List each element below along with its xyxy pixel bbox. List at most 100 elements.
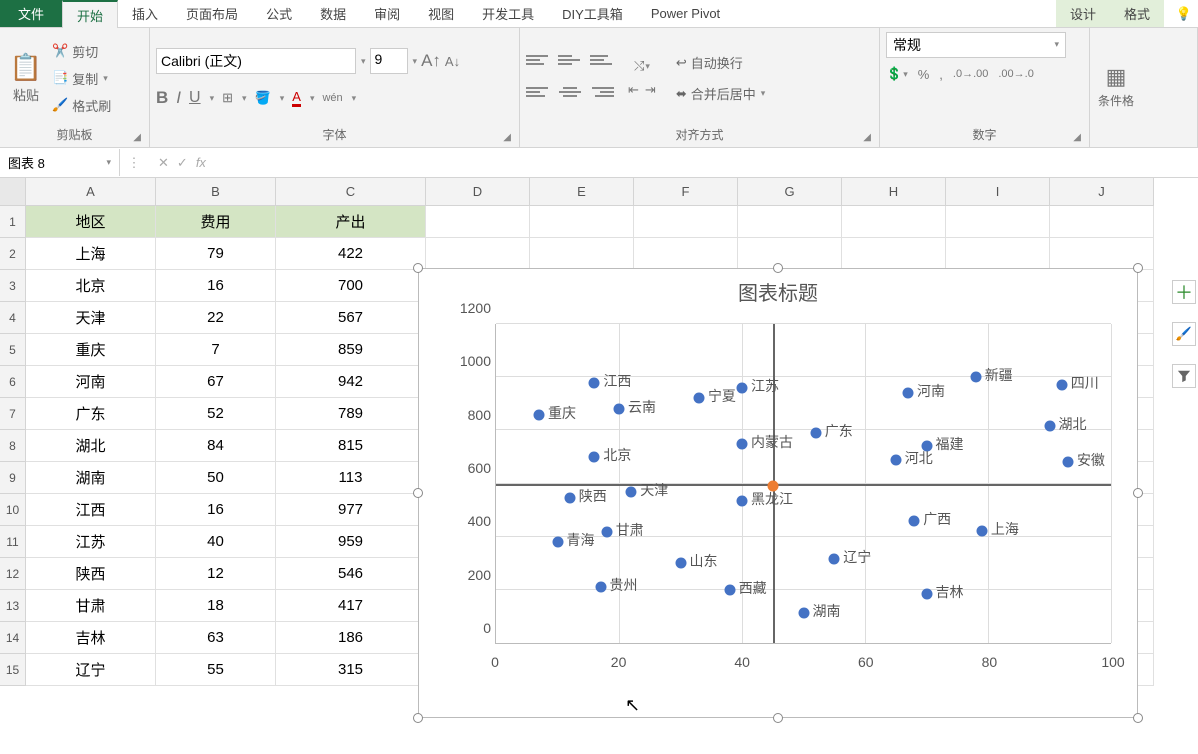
row-header[interactable]: 6 [0, 366, 26, 398]
cell[interactable]: 湖南 [26, 462, 156, 494]
chart-elements-button[interactable]: ＋ [1172, 280, 1196, 304]
resize-handle[interactable] [773, 713, 783, 723]
tab-page-layout[interactable]: 页面布局 [172, 0, 252, 27]
number-format-select[interactable]: 常规▾ [886, 32, 1066, 58]
resize-handle[interactable] [413, 713, 423, 723]
align-right-button[interactable] [590, 81, 614, 103]
tab-data[interactable]: 数据 [306, 0, 360, 27]
col-header[interactable]: B [156, 178, 276, 206]
chart-title[interactable]: 图表标题 [419, 269, 1137, 314]
conditional-format-button[interactable]: ▦ 条件格 [1096, 52, 1136, 122]
chart-styles-button[interactable]: 🖌️ [1172, 322, 1196, 346]
cell[interactable]: 815 [276, 430, 426, 462]
cell[interactable]: 22 [156, 302, 276, 334]
row-header[interactable]: 2 [0, 238, 26, 270]
accept-formula-icon[interactable]: ✓ [177, 155, 188, 171]
col-header[interactable]: H [842, 178, 946, 206]
currency-button[interactable]: 💲▾ [886, 66, 908, 82]
percent-button[interactable]: % [918, 66, 930, 82]
cell[interactable] [1050, 206, 1154, 238]
paste-button[interactable]: 📋 粘贴 [6, 43, 46, 113]
decrease-font-icon[interactable]: A↓ [445, 54, 460, 69]
row-header[interactable]: 11 [0, 526, 26, 558]
cell[interactable] [530, 206, 634, 238]
cell[interactable]: 84 [156, 430, 276, 462]
cell[interactable]: 江西 [26, 494, 156, 526]
chart-point[interactable] [767, 481, 778, 492]
row-header[interactable]: 13 [0, 590, 26, 622]
cell[interactable]: 上海 [26, 238, 156, 270]
format-painter-button[interactable]: 🖌️格式刷 [50, 95, 113, 116]
resize-handle[interactable] [1133, 263, 1143, 273]
col-header[interactable]: C [276, 178, 426, 206]
cell[interactable] [634, 238, 738, 270]
increase-indent-button[interactable]: ⇥ [645, 82, 656, 98]
cell[interactable]: 7 [156, 334, 276, 366]
cell[interactable]: 50 [156, 462, 276, 494]
row-header[interactable]: 15 [0, 654, 26, 686]
tab-chart-design[interactable]: 设计 [1056, 0, 1110, 27]
row-header[interactable]: 4 [0, 302, 26, 334]
align-bottom-button[interactable] [590, 49, 614, 71]
tab-powerpivot[interactable]: Power Pivot [637, 0, 734, 27]
cell[interactable]: 63 [156, 622, 276, 654]
cell[interactable] [530, 238, 634, 270]
row-header[interactable]: 12 [0, 558, 26, 590]
select-all-corner[interactable] [0, 178, 26, 206]
cell[interactable]: 地区 [26, 206, 156, 238]
cell[interactable]: 天津 [26, 302, 156, 334]
chart-plot-area[interactable]: 重庆云南江西宁夏江苏河南新疆四川北京内蒙古广东福建河北湖北安徽陕西天津黑龙江青海… [495, 324, 1111, 644]
merge-center-button[interactable]: ⬌合并后居中▾ [674, 83, 767, 104]
cell[interactable]: 959 [276, 526, 426, 558]
row-header[interactable]: 3 [0, 270, 26, 302]
dialog-launcher-icon[interactable]: ◢ [1073, 132, 1081, 143]
chart-point[interactable] [564, 492, 575, 503]
tab-formulas[interactable]: 公式 [252, 0, 306, 27]
tab-file[interactable]: 文件 [0, 0, 62, 27]
chart-point[interactable] [909, 515, 920, 526]
chart-point[interactable] [552, 536, 563, 547]
cell[interactable]: 417 [276, 590, 426, 622]
cell[interactable]: 河南 [26, 366, 156, 398]
cell[interactable]: 18 [156, 590, 276, 622]
decrease-decimal-button[interactable]: .00→.0 [998, 66, 1033, 82]
cell[interactable]: 942 [276, 366, 426, 398]
chart-point[interactable] [737, 438, 748, 449]
row-header[interactable]: 8 [0, 430, 26, 462]
border-button[interactable]: ⊞ [222, 90, 233, 106]
cell[interactable] [738, 206, 842, 238]
chart-point[interactable] [890, 454, 901, 465]
cell[interactable]: 977 [276, 494, 426, 526]
cell[interactable]: 湖北 [26, 430, 156, 462]
tab-chart-format[interactable]: 格式 [1110, 0, 1164, 27]
align-center-button[interactable] [558, 81, 582, 103]
resize-handle[interactable] [413, 263, 423, 273]
cell[interactable]: 315 [276, 654, 426, 686]
chart-point[interactable] [976, 525, 987, 536]
align-middle-button[interactable] [558, 49, 582, 71]
row-header[interactable]: 10 [0, 494, 26, 526]
cell[interactable]: 700 [276, 270, 426, 302]
col-header[interactable]: D [426, 178, 530, 206]
cell[interactable]: 113 [276, 462, 426, 494]
chart-point[interactable] [693, 393, 704, 404]
wrap-text-button[interactable]: ↩自动换行 [674, 52, 767, 73]
dialog-launcher-icon[interactable]: ◢ [863, 132, 871, 143]
font-color-button[interactable]: A [292, 89, 301, 107]
chart-point[interactable] [675, 558, 686, 569]
cell[interactable]: 52 [156, 398, 276, 430]
cell[interactable] [426, 206, 530, 238]
tab-insert[interactable]: 插入 [118, 0, 172, 27]
chart-point[interactable] [1056, 380, 1067, 391]
row-header[interactable]: 9 [0, 462, 26, 494]
resize-handle[interactable] [773, 263, 783, 273]
col-header[interactable]: E [530, 178, 634, 206]
cell[interactable]: 79 [156, 238, 276, 270]
cell[interactable]: 产出 [276, 206, 426, 238]
chart-point[interactable] [921, 588, 932, 599]
chart-point[interactable] [810, 428, 821, 439]
chart-point[interactable] [614, 404, 625, 415]
chart-point[interactable] [829, 554, 840, 565]
cell[interactable]: 422 [276, 238, 426, 270]
cell[interactable]: 吉林 [26, 622, 156, 654]
